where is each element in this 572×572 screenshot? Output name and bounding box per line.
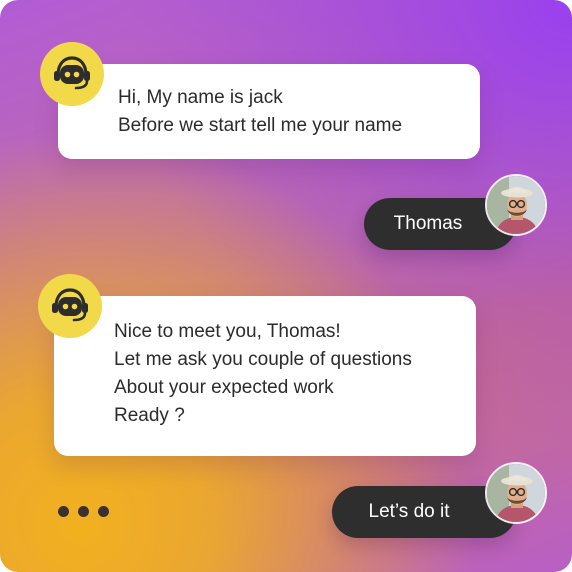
user-avatar[interactable] — [485, 174, 547, 236]
bot-message-bubble: Nice to meet you, Thomas! Let me ask you… — [54, 296, 476, 456]
user-avatar[interactable] — [485, 462, 547, 524]
user-message-text: Thomas — [393, 213, 463, 234]
bot-message-line: About your expected work — [114, 377, 334, 398]
chat-canvas: Hi, My name is jack Before we start tell… — [0, 0, 572, 572]
robot-headset-icon — [40, 42, 104, 106]
typing-dot — [98, 506, 109, 517]
user-message-text: Let’s do it — [368, 501, 450, 522]
typing-dot — [58, 506, 69, 517]
bot-message-line: Ready ? — [114, 405, 185, 426]
bot-message-line: Hi, My name is jack — [118, 87, 283, 108]
bot-message-text: Hi, My name is jack Before we start tell… — [118, 84, 402, 140]
bot-message-text: Nice to meet you, Thomas! Let me ask you… — [114, 318, 412, 430]
robot-headset-icon — [38, 274, 102, 338]
bot-message-bubble: Hi, My name is jack Before we start tell… — [58, 64, 480, 159]
bot-message-line: Before we start tell me your name — [118, 115, 403, 136]
typing-indicator — [58, 506, 109, 517]
bot-message-line: Nice to meet you, Thomas! — [114, 321, 341, 342]
bot-message-line: Let me ask you couple of questions — [114, 349, 412, 370]
typing-dot — [78, 506, 89, 517]
